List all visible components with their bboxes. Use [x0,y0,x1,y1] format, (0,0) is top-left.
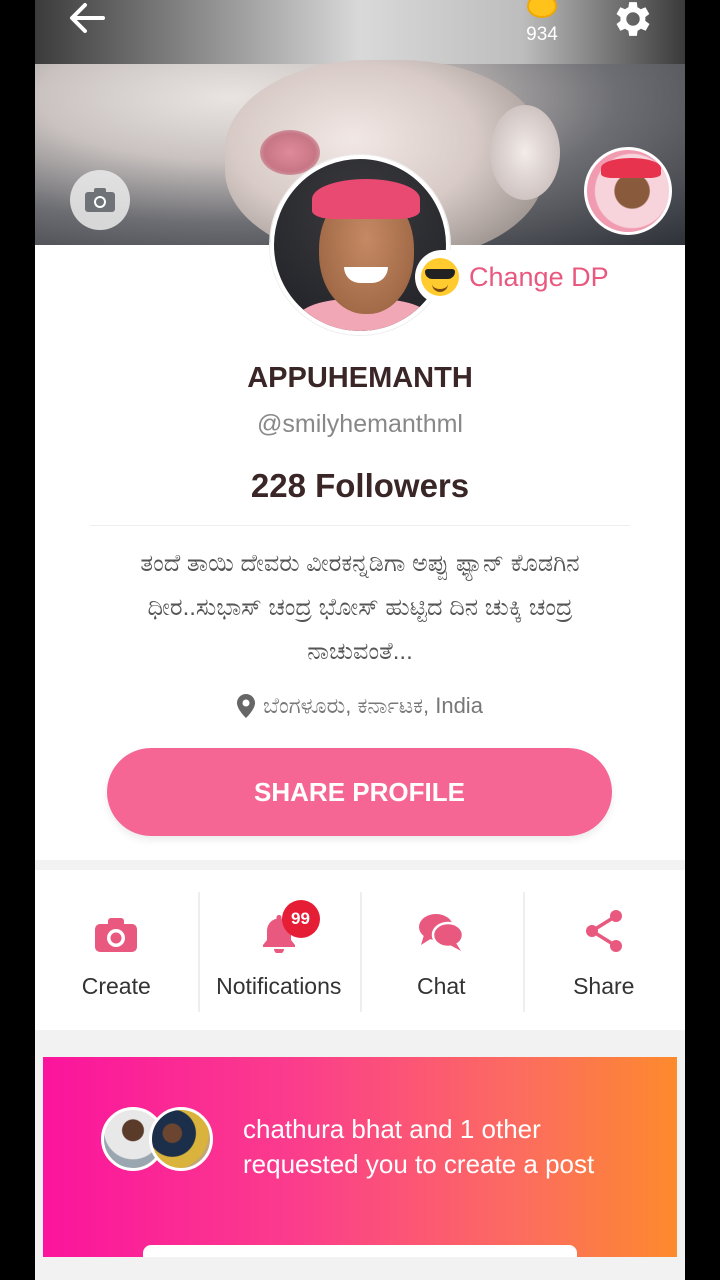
profile-screen: 934 APPUHEMANTH @smilyhemanthml 228 Foll… [35,0,685,1280]
avatar-bandana [312,179,420,219]
requester-avatars [101,1107,221,1175]
arrow-left-icon [70,3,105,33]
change-dp-label: Change DP [469,261,609,292]
share-action[interactable]: Share [522,870,686,1030]
location-pin-icon [237,694,256,718]
request-text: chathura bhat and 1 other requested you … [243,1114,595,1179]
gear-icon [616,2,650,36]
mini-avatar[interactable] [584,147,672,235]
change-cover-button[interactable] [70,170,130,230]
notifications-label: Notifications [216,972,342,999]
coin-icon [527,0,557,18]
chat-label: Chat [416,972,466,999]
profile-handle: @smilyhemanthml [257,410,463,438]
profile-bio: ತಂದೆ ತಾಯಿ ದೇವರು ವೀರಕನ್ನಡಿಗಾ ಅಪ್ಪು ಫ್ಯಾನ್… [140,550,580,665]
create-action[interactable]: Create [35,870,198,1030]
action-bar: Create 99 Notifications Chat Share [35,870,685,1030]
mini-avatar-band [601,158,661,178]
camera-icon [95,917,138,952]
notification-badge: 99 [281,900,320,938]
profile-avatar[interactable] [270,155,450,335]
create-request-banner[interactable]: chathura bhat and 1 other requested you … [43,1057,677,1257]
profile-name: APPUHEMANTH [247,362,473,394]
banner-bottom-bar [143,1245,577,1257]
chat-bubbles-icon [419,913,465,951]
change-dp-button[interactable]: Change DP [415,250,625,304]
profile-location: ಬೆಂಗಳೂರು, ಕರ್ನಾಟಕ, India [35,693,685,719]
notifications-action[interactable]: 99 Notifications [197,870,361,1030]
back-button[interactable] [67,0,111,36]
share-label: Share [573,972,635,999]
cover-ear [490,105,560,200]
divider [90,525,630,526]
cover-top-strip [35,0,685,64]
camera-icon [85,188,115,212]
settings-button[interactable] [610,0,656,42]
create-label: Create [81,972,151,999]
coin-balance[interactable]: 934 [517,0,567,54]
share-icon [585,909,622,952]
share-profile-button[interactable]: SHARE PROFILE [107,748,612,836]
sunglasses-emoji-icon [421,258,459,296]
profile-card: APPUHEMANTH @smilyhemanthml 228 Follower… [35,245,685,860]
followers-count[interactable]: 228 Followers [35,467,685,505]
coin-count: 934 [526,24,558,45]
chat-action[interactable]: Chat [360,870,523,1030]
location-text: ಬೆಂಗಳೂರು, ಕರ್ನಾಟಕ, India [263,693,483,718]
requester-avatar [149,1107,213,1171]
